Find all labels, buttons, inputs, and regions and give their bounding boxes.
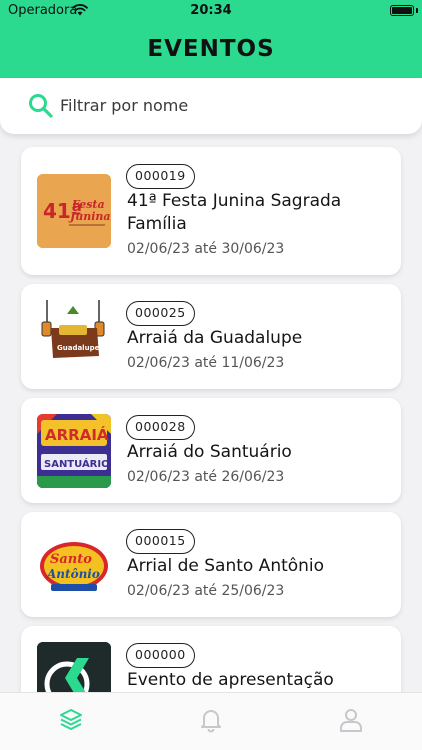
svg-text:SANTUÁRIO: SANTUÁRIO	[44, 457, 110, 470]
event-list: 41ª Festa Junina 000019 41ª Festa Junina…	[0, 134, 422, 692]
event-code-badge: 000025	[126, 301, 195, 326]
battery-icon	[390, 5, 414, 16]
event-card[interactable]: ARRAIÁ SANTUÁRIO 000028 Arraiá do Santuá…	[21, 398, 401, 503]
guadalupe-sign-logo: Guadalupe	[37, 298, 111, 372]
battery-tip	[416, 8, 418, 13]
search-bar	[0, 78, 422, 134]
page-title: EVENTOS	[147, 36, 275, 62]
event-title: 41ª Festa Junina Sagrada Família	[127, 191, 342, 234]
event-title: Evento de apresentação	[127, 670, 334, 690]
event-title: Arraiá do Santuário	[127, 442, 292, 462]
svg-text:Antônio: Antônio	[46, 567, 100, 581]
event-title: Arrial de Santo Antônio	[127, 556, 325, 576]
event-dates: 02/06/23 até 25/06/23	[127, 583, 285, 599]
event-card[interactable]: 000000 Evento de apresentação	[21, 626, 401, 692]
tab-bar	[0, 692, 422, 750]
layers-icon[interactable]	[58, 707, 84, 733]
search-input[interactable]	[60, 90, 390, 120]
event-dates: 02/06/23 até 26/06/23	[127, 469, 285, 485]
event-dates: 02/06/23 até 30/06/23	[127, 241, 285, 257]
status-bar: Operadora 20:34	[0, 0, 422, 22]
event-title: Arraiá da Guadalupe	[127, 328, 303, 348]
event-code-badge: 000028	[126, 415, 195, 440]
event-code-badge: 000015	[126, 529, 195, 554]
user-icon[interactable]	[338, 707, 364, 733]
event-card[interactable]: Santo Antônio 000015 Arrial de Santo Ant…	[21, 512, 401, 617]
festa-junina-logo: 41ª Festa Junina	[37, 174, 111, 248]
status-time: 20:34	[190, 3, 232, 18]
search-icon	[29, 94, 53, 118]
svg-text:Guadalupe: Guadalupe	[57, 344, 100, 352]
event-card[interactable]: Guadalupe 000025 Arraiá da Guadalupe 02/…	[21, 284, 401, 389]
event-card[interactable]: 41ª Festa Junina 000019 41ª Festa Junina…	[21, 147, 401, 275]
event-code-badge: 000000	[126, 643, 195, 668]
k-logo	[37, 642, 111, 692]
app-header: Operadora 20:34 EVENTOS	[0, 0, 422, 78]
svg-text:Santo: Santo	[50, 552, 92, 567]
santuario-logo: ARRAIÁ SANTUÁRIO	[37, 414, 111, 488]
event-code-badge: 000019	[126, 164, 195, 189]
svg-text:Junina: Junina	[68, 210, 111, 223]
event-dates: 02/06/23 até 11/06/23	[127, 355, 285, 371]
santo-antonio-logo: Santo Antônio	[37, 528, 111, 602]
bell-icon[interactable]	[198, 707, 224, 733]
svg-text:ARRAIÁ: ARRAIÁ	[45, 425, 109, 444]
